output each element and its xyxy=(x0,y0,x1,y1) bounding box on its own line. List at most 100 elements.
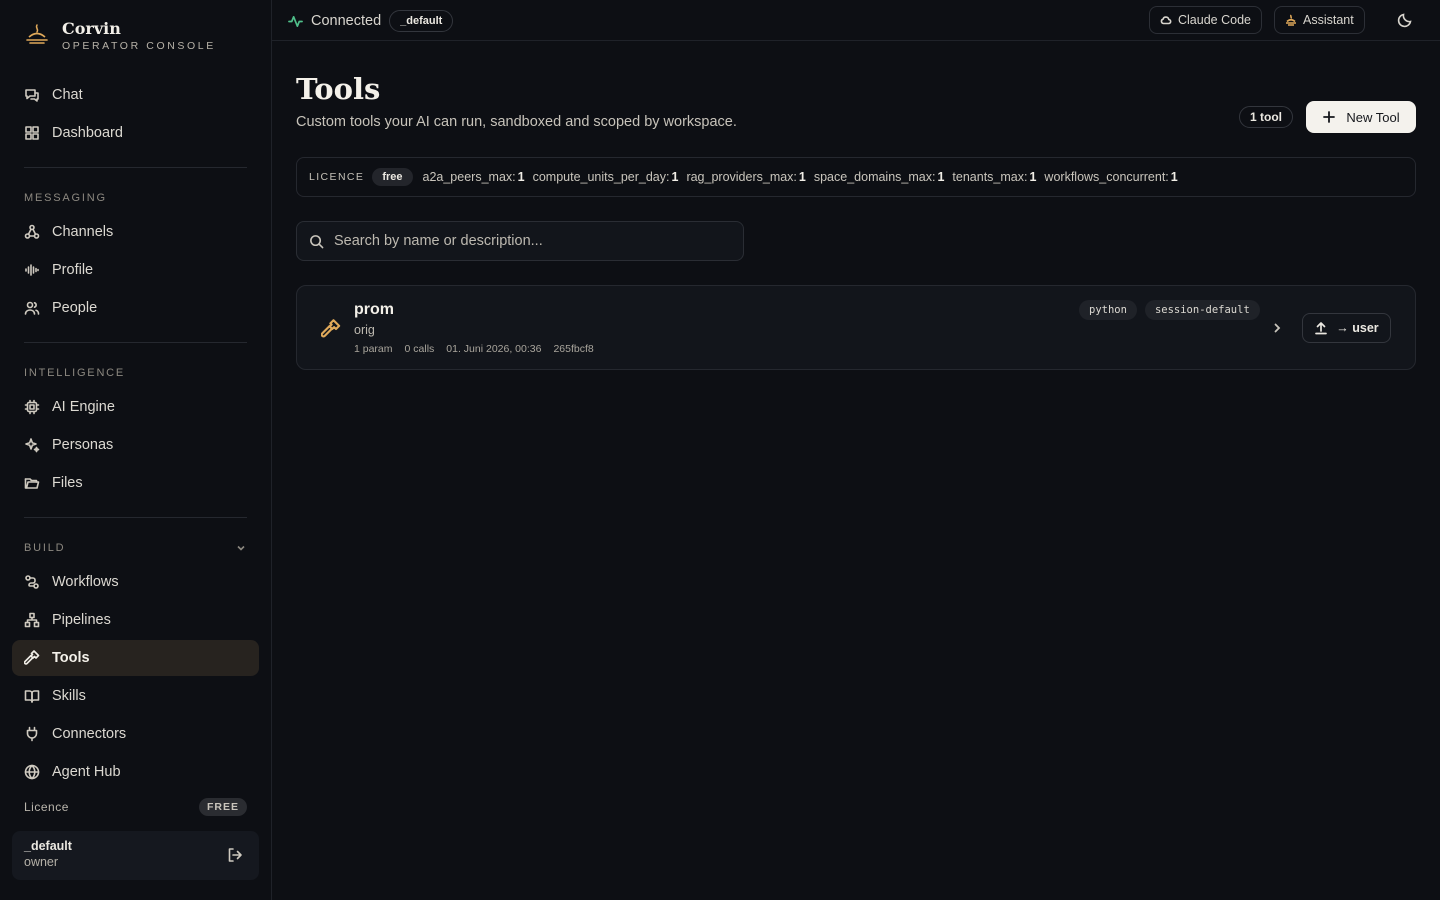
chevron-down-icon[interactable] xyxy=(235,542,247,554)
licence-limit: compute_units_per_day: 1 xyxy=(532,170,679,184)
search-icon xyxy=(310,234,324,248)
page-subtitle: Custom tools your AI can run, sandboxed … xyxy=(296,114,737,130)
tool-meta: 1 param 0 calls 01. Juni 2026, 00:36 265… xyxy=(354,343,594,355)
sidebar-item-personas[interactable]: Personas xyxy=(12,427,259,463)
assistant-button[interactable]: Assistant xyxy=(1274,6,1365,34)
sidebar-item-label: Agent Hub xyxy=(52,764,121,780)
licence-limit: rag_providers_max: 1 xyxy=(686,170,806,184)
people-icon xyxy=(24,301,40,315)
tool-count-badge: 1 tool xyxy=(1239,106,1293,128)
sidebar-item-files[interactable]: Files xyxy=(12,465,259,501)
tool-call-count: 0 calls xyxy=(404,343,435,355)
licence-limit: space_domains_max: 1 xyxy=(813,170,945,184)
sidebar-item-chat[interactable]: Chat xyxy=(12,77,259,113)
sidebar-item-pipelines[interactable]: Pipelines xyxy=(12,602,259,638)
hammer-icon xyxy=(24,650,40,665)
sidebar-item-agent-hub[interactable]: Agent Hub xyxy=(12,754,259,790)
connection-status-text: Connected xyxy=(311,13,382,29)
pipeline-icon xyxy=(24,612,40,628)
sidebar-item-label: Files xyxy=(52,475,83,491)
claude-code-button[interactable]: Claude Code xyxy=(1149,6,1262,34)
licence-limit: a2a_peers_max: 1 xyxy=(422,170,525,184)
corvin-logo-icon xyxy=(1286,14,1296,26)
logout-icon[interactable] xyxy=(227,847,243,863)
sidebar-item-tools[interactable]: Tools xyxy=(12,640,259,676)
sidebar-item-label: Tools xyxy=(52,650,90,666)
sidebar-item-dashboard[interactable]: Dashboard xyxy=(12,115,259,151)
sidebar-item-label: Workflows xyxy=(52,574,119,590)
audio-wave-icon xyxy=(25,264,39,276)
licence-plan-badge: free xyxy=(372,168,413,186)
tool-hash: 265fbcf8 xyxy=(553,343,594,355)
sidebar-item-label: Dashboard xyxy=(52,125,123,141)
chevron-right-icon[interactable] xyxy=(1271,322,1283,334)
assistant-label: Assistant xyxy=(1303,13,1354,27)
sidebar-item-label: Chat xyxy=(52,87,83,103)
workspace-pill[interactable]: _default xyxy=(389,10,454,32)
new-tool-label: New Tool xyxy=(1346,109,1400,125)
plug-icon xyxy=(26,726,38,742)
section-label-intelligence: INTELLIGENCE xyxy=(24,367,126,379)
cloud-icon xyxy=(1160,16,1172,25)
workflow-icon xyxy=(25,575,39,589)
tool-param-count: 1 param xyxy=(354,343,393,355)
promote-to-user-button[interactable]: → user xyxy=(1302,313,1391,343)
folder-icon xyxy=(24,478,40,489)
tool-tag: session-default xyxy=(1144,300,1260,320)
sidebar-divider xyxy=(24,167,247,168)
sidebar-divider xyxy=(24,517,247,518)
search-input[interactable] xyxy=(334,233,734,249)
licence-label: Licence xyxy=(24,800,69,814)
globe-icon xyxy=(24,764,40,780)
section-label-build: BUILD xyxy=(24,542,66,554)
user-name: _default xyxy=(24,839,72,853)
sidebar-item-label: AI Engine xyxy=(52,399,115,415)
sidebar-item-label: Pipelines xyxy=(52,612,111,628)
sidebar-item-label: Profile xyxy=(52,262,94,278)
sidebar-item-skills[interactable]: Skills xyxy=(12,678,259,714)
sidebar-item-channels[interactable]: Channels xyxy=(12,214,259,250)
brand[interactable]: Corvin OPERATOR CONSOLE xyxy=(24,20,216,52)
user-card[interactable]: _default owner xyxy=(12,831,259,880)
promote-label: → user xyxy=(1336,321,1379,335)
sidebar-item-label: Skills xyxy=(52,688,86,704)
dashboard-icon xyxy=(25,126,39,140)
sidebar-item-profile[interactable]: Profile xyxy=(12,252,259,288)
tool-tag: python xyxy=(1079,300,1137,320)
book-icon xyxy=(24,690,40,703)
sidebar-item-label: Connectors xyxy=(52,726,127,742)
tool-tags: python session-default xyxy=(1079,300,1260,320)
tool-card[interactable]: prom orig 1 param 0 calls 01. Juni 2026,… xyxy=(296,285,1416,370)
page-title: Tools xyxy=(296,72,381,106)
sidebar-item-people[interactable]: People xyxy=(12,290,259,326)
brand-subtitle: OPERATOR CONSOLE xyxy=(62,40,216,52)
user-role: owner xyxy=(24,855,59,869)
claude-code-label: Claude Code xyxy=(1178,13,1251,27)
sidebar-item-label: People xyxy=(52,300,98,316)
corvin-logo-icon xyxy=(26,24,48,44)
licence-limit: tenants_max: 1 xyxy=(952,170,1037,184)
plus-icon xyxy=(1323,111,1336,123)
sidebar-item-label: Personas xyxy=(52,437,114,453)
tool-name: prom xyxy=(354,301,394,318)
tool-date: 01. Juni 2026, 00:36 xyxy=(446,343,542,355)
sparkles-icon xyxy=(25,438,40,453)
moon-icon[interactable] xyxy=(1397,12,1413,28)
sidebar-item-connectors[interactable]: Connectors xyxy=(12,716,259,752)
activity-icon xyxy=(288,15,303,27)
new-tool-button[interactable]: New Tool xyxy=(1306,101,1416,133)
licence-limit: workflows_concurrent: 1 xyxy=(1044,170,1178,184)
search-box xyxy=(296,221,744,261)
licence-bar-label: LICENCE xyxy=(309,171,365,183)
section-label-messaging: MESSAGING xyxy=(24,192,107,204)
hammer-icon xyxy=(321,319,341,338)
tool-description: orig xyxy=(354,323,375,337)
sidebar-item-ai-engine[interactable]: AI Engine xyxy=(12,389,259,425)
sidebar: Corvin OPERATOR CONSOLE Chat Dashboard M… xyxy=(0,0,272,900)
licence-badge: FREE xyxy=(198,798,247,816)
brand-name: Corvin xyxy=(62,19,121,38)
channels-icon xyxy=(24,224,40,239)
sidebar-item-workflows[interactable]: Workflows xyxy=(12,564,259,600)
licence-limits-bar: LICENCE free a2a_peers_max: 1 compute_uni… xyxy=(296,157,1416,197)
topbar: Connected _default Claude Code Assistant xyxy=(272,0,1440,41)
